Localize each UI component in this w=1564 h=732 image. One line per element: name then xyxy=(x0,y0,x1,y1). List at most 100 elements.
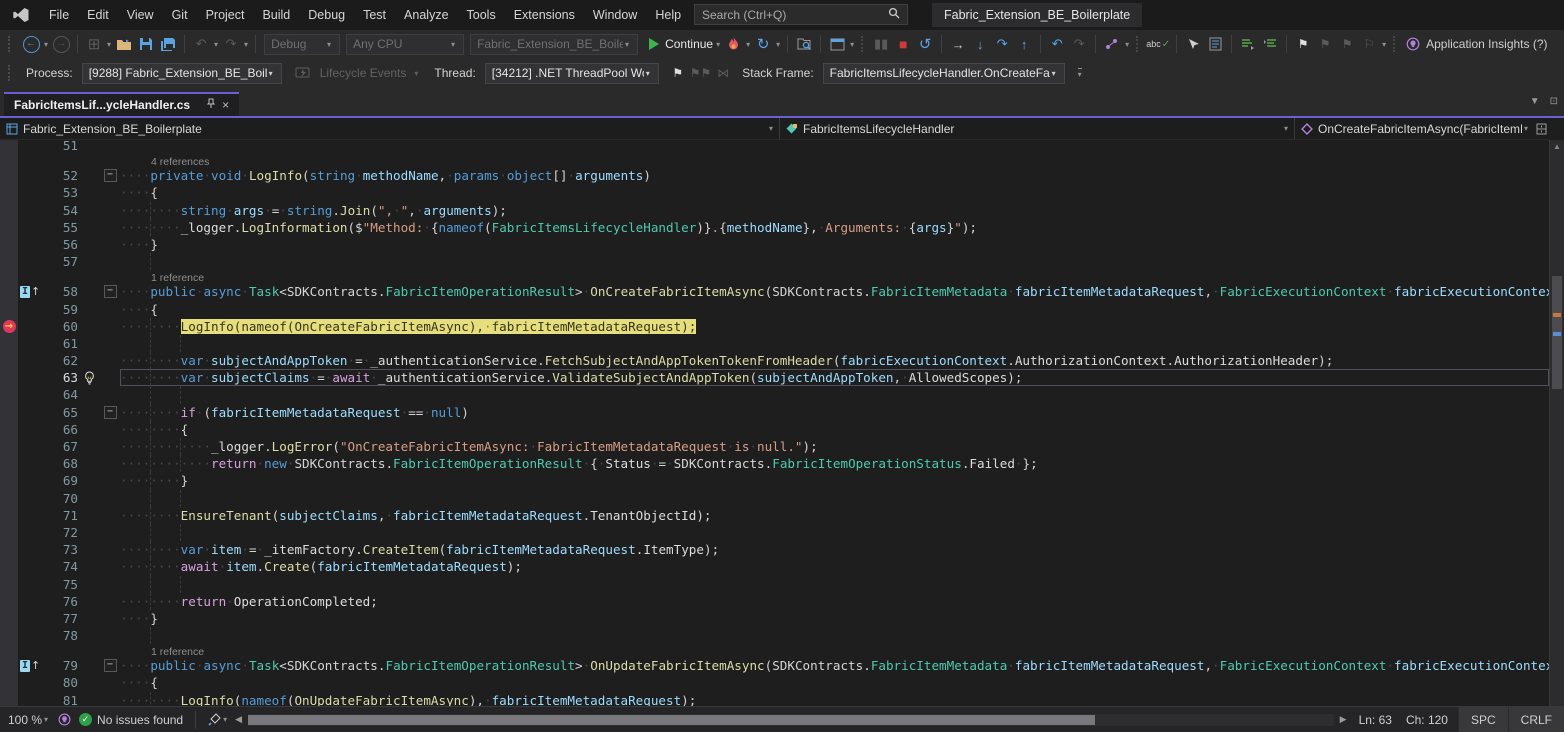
float-window-icon[interactable]: ⊡ xyxy=(1550,96,1558,107)
menu-debug[interactable]: Debug xyxy=(299,0,354,30)
solution-platform-dropdown[interactable]: Any CPU▾ xyxy=(346,34,464,55)
menu-git[interactable]: Git xyxy=(163,0,197,30)
redo-disabled-icon[interactable]: ↷ xyxy=(1069,33,1089,55)
codelens-references-link[interactable]: 1 reference xyxy=(151,646,204,657)
code-text[interactable]: ····} xyxy=(120,610,1549,627)
code-text[interactable]: ············return·new·SDKContracts.Fabr… xyxy=(120,455,1549,472)
startup-project-dropdown[interactable]: Fabric_Extension_BE_Boilerplate▾ xyxy=(470,34,638,55)
member-dropdown-caret-icon[interactable]: ▾ xyxy=(1524,124,1528,133)
menu-view[interactable]: View xyxy=(118,0,163,30)
search-icon[interactable] xyxy=(888,7,900,22)
new-project-icon[interactable]: ⊞ xyxy=(84,33,104,55)
codelens-text[interactable]: 1 reference xyxy=(120,270,1549,283)
code-text[interactable]: ····{ xyxy=(120,301,1549,318)
navigate-forward-button[interactable]: → xyxy=(51,33,71,55)
save-icon[interactable] xyxy=(136,33,156,55)
hot-reload-dropdown-icon[interactable]: ▾ xyxy=(746,40,750,49)
codelens-row[interactable]: 1 reference xyxy=(0,270,1549,283)
breakpoint-margin[interactable] xyxy=(0,167,18,184)
restart-debugging-icon[interactable]: ↺ xyxy=(915,33,935,55)
code-line[interactable]: 64 xyxy=(0,386,1549,403)
scrollbar-up-arrow-icon[interactable]: ▲ xyxy=(1550,142,1564,151)
window-layout-icon[interactable] xyxy=(827,33,847,55)
open-folder-icon[interactable] xyxy=(114,33,134,55)
process-dropdown[interactable]: [9288] Fabric_Extension_BE_Boilerp▾ xyxy=(82,63,282,84)
breakpoint-margin[interactable] xyxy=(0,692,18,706)
code-line[interactable]: 53····{ xyxy=(0,184,1549,201)
debugbar-grip[interactable] xyxy=(8,65,14,81)
undo-enabled-icon[interactable]: ↶ xyxy=(1047,33,1067,55)
solution-name-label[interactable]: Fabric_Extension_BE_Boilerplate xyxy=(932,3,1142,27)
breakpoint-margin[interactable] xyxy=(0,352,18,369)
scrollbar-mark-caret[interactable] xyxy=(1553,332,1561,336)
pointer-click-icon[interactable] xyxy=(1183,33,1203,55)
hscroll-right-arrow-icon[interactable]: ▶ xyxy=(1340,714,1347,725)
code-line[interactable]: →60········LogInfo(nameof(OnCreateFabric… xyxy=(0,318,1549,335)
suggestions-dropdown-icon[interactable]: ▾ xyxy=(1125,40,1129,49)
breakpoint-current-statement-icon[interactable]: → xyxy=(3,320,16,333)
member-dropdown[interactable]: OnCreateFabricItemAsync(FabricItemMetada… xyxy=(1295,118,1534,139)
code-text[interactable]: ········if·(fabricItemMetadataRequest·==… xyxy=(120,404,1549,421)
clear-bookmarks-icon[interactable]: ⚐ xyxy=(1359,33,1379,55)
stop-debugging-icon[interactable]: ■ xyxy=(893,33,913,55)
restart-dropdown-icon[interactable]: ▾ xyxy=(776,40,780,49)
breakpoint-margin[interactable] xyxy=(0,644,18,657)
code-text[interactable]: ········var·subjectClaims·=·await·_authe… xyxy=(120,369,1549,386)
window-layout-dropdown-icon[interactable]: ▾ xyxy=(850,40,854,49)
code-line[interactable]: 51 xyxy=(0,140,1549,154)
menu-test[interactable]: Test xyxy=(354,0,395,30)
breakpoint-margin[interactable] xyxy=(0,524,18,541)
code-text[interactable]: ········LogInfo(nameof(OnCreateFabricIte… xyxy=(120,318,1549,335)
code-editor[interactable]: 51 4 references52−····private·void·LogInf… xyxy=(0,140,1549,706)
tab-list-dropdown-icon[interactable]: ▼ xyxy=(1530,96,1540,107)
collapse-region-button[interactable]: − xyxy=(104,659,117,672)
code-text[interactable]: ····{ xyxy=(120,184,1549,201)
code-line[interactable]: 70 xyxy=(0,490,1549,507)
code-line[interactable]: 77····} xyxy=(0,610,1549,627)
code-text[interactable]: ····} xyxy=(120,236,1549,253)
code-text[interactable]: ········return·OperationCompleted; xyxy=(120,593,1549,610)
line-ending-indicator[interactable]: CRLF xyxy=(1508,707,1564,732)
code-line[interactable]: 52−····private·void·LogInfo(string·metho… xyxy=(0,167,1549,184)
breakpoint-margin[interactable] xyxy=(0,184,18,201)
menu-help[interactable]: Help xyxy=(646,0,690,30)
toolbar-overflow-icon[interactable]: ▾ xyxy=(1078,68,1082,79)
breakpoint-margin[interactable] xyxy=(0,472,18,489)
code-text[interactable]: ········await·item.Create(fabricItemMeta… xyxy=(120,558,1549,575)
menu-analyze[interactable]: Analyze xyxy=(395,0,457,30)
hot-reload-icon[interactable] xyxy=(723,33,743,55)
code-line[interactable]: 73········var·item·=·_itemFactory.Create… xyxy=(0,541,1549,558)
split-window-icon[interactable] xyxy=(1534,118,1549,139)
format-document-icon[interactable] xyxy=(1238,33,1258,55)
codelens-references-link[interactable]: 4 references xyxy=(151,156,209,167)
breakpoint-margin[interactable] xyxy=(0,202,18,219)
step-into-icon[interactable]: ↓ xyxy=(970,33,990,55)
document-tab[interactable]: FabricItemsLif...ycleHandler.cs × xyxy=(4,92,239,116)
code-text[interactable]: ········} xyxy=(120,472,1549,489)
lifecycle-events-icon[interactable] xyxy=(293,62,313,84)
flagged-threads-icon[interactable]: ⚑⚑ xyxy=(690,62,712,84)
show-threads-in-source-icon[interactable]: ⚑ xyxy=(668,62,688,84)
parallel-stacks-icon[interactable]: ⋈ xyxy=(713,62,733,84)
code-text[interactable]: ········var·subjectAndAppToken·=·_authen… xyxy=(120,352,1549,369)
code-line[interactable]: 59····{ xyxy=(0,301,1549,318)
menu-file[interactable]: File xyxy=(40,0,78,30)
menu-extensions[interactable]: Extensions xyxy=(505,0,584,30)
horizontal-scrollbar-thumb[interactable] xyxy=(248,715,1095,725)
breakpoint-margin[interactable] xyxy=(0,610,18,627)
code-line[interactable]: 69········} xyxy=(0,472,1549,489)
intellicode-suggestions-icon[interactable] xyxy=(1102,33,1122,55)
code-line[interactable]: 76········return·OperationCompleted; xyxy=(0,593,1549,610)
breakpoint-margin[interactable] xyxy=(0,421,18,438)
breakpoint-margin[interactable] xyxy=(0,438,18,455)
show-next-statement-icon[interactable]: → xyxy=(948,33,968,55)
project-dropdown[interactable]: Fabric_Extension_BE_Boilerplate ▾ xyxy=(0,118,780,139)
code-line[interactable]: 57 xyxy=(0,253,1549,270)
code-line[interactable]: 55········_logger.LogInformation($"Metho… xyxy=(0,219,1549,236)
code-line[interactable]: 68············return·new·SDKContracts.Fa… xyxy=(0,455,1549,472)
breakpoint-margin[interactable] xyxy=(0,386,18,403)
new-project-dropdown-icon[interactable]: ▾ xyxy=(107,40,111,49)
menu-build[interactable]: Build xyxy=(253,0,299,30)
codelens-text[interactable]: 4 references xyxy=(120,154,1549,167)
document-outline-icon[interactable] xyxy=(1205,33,1225,55)
